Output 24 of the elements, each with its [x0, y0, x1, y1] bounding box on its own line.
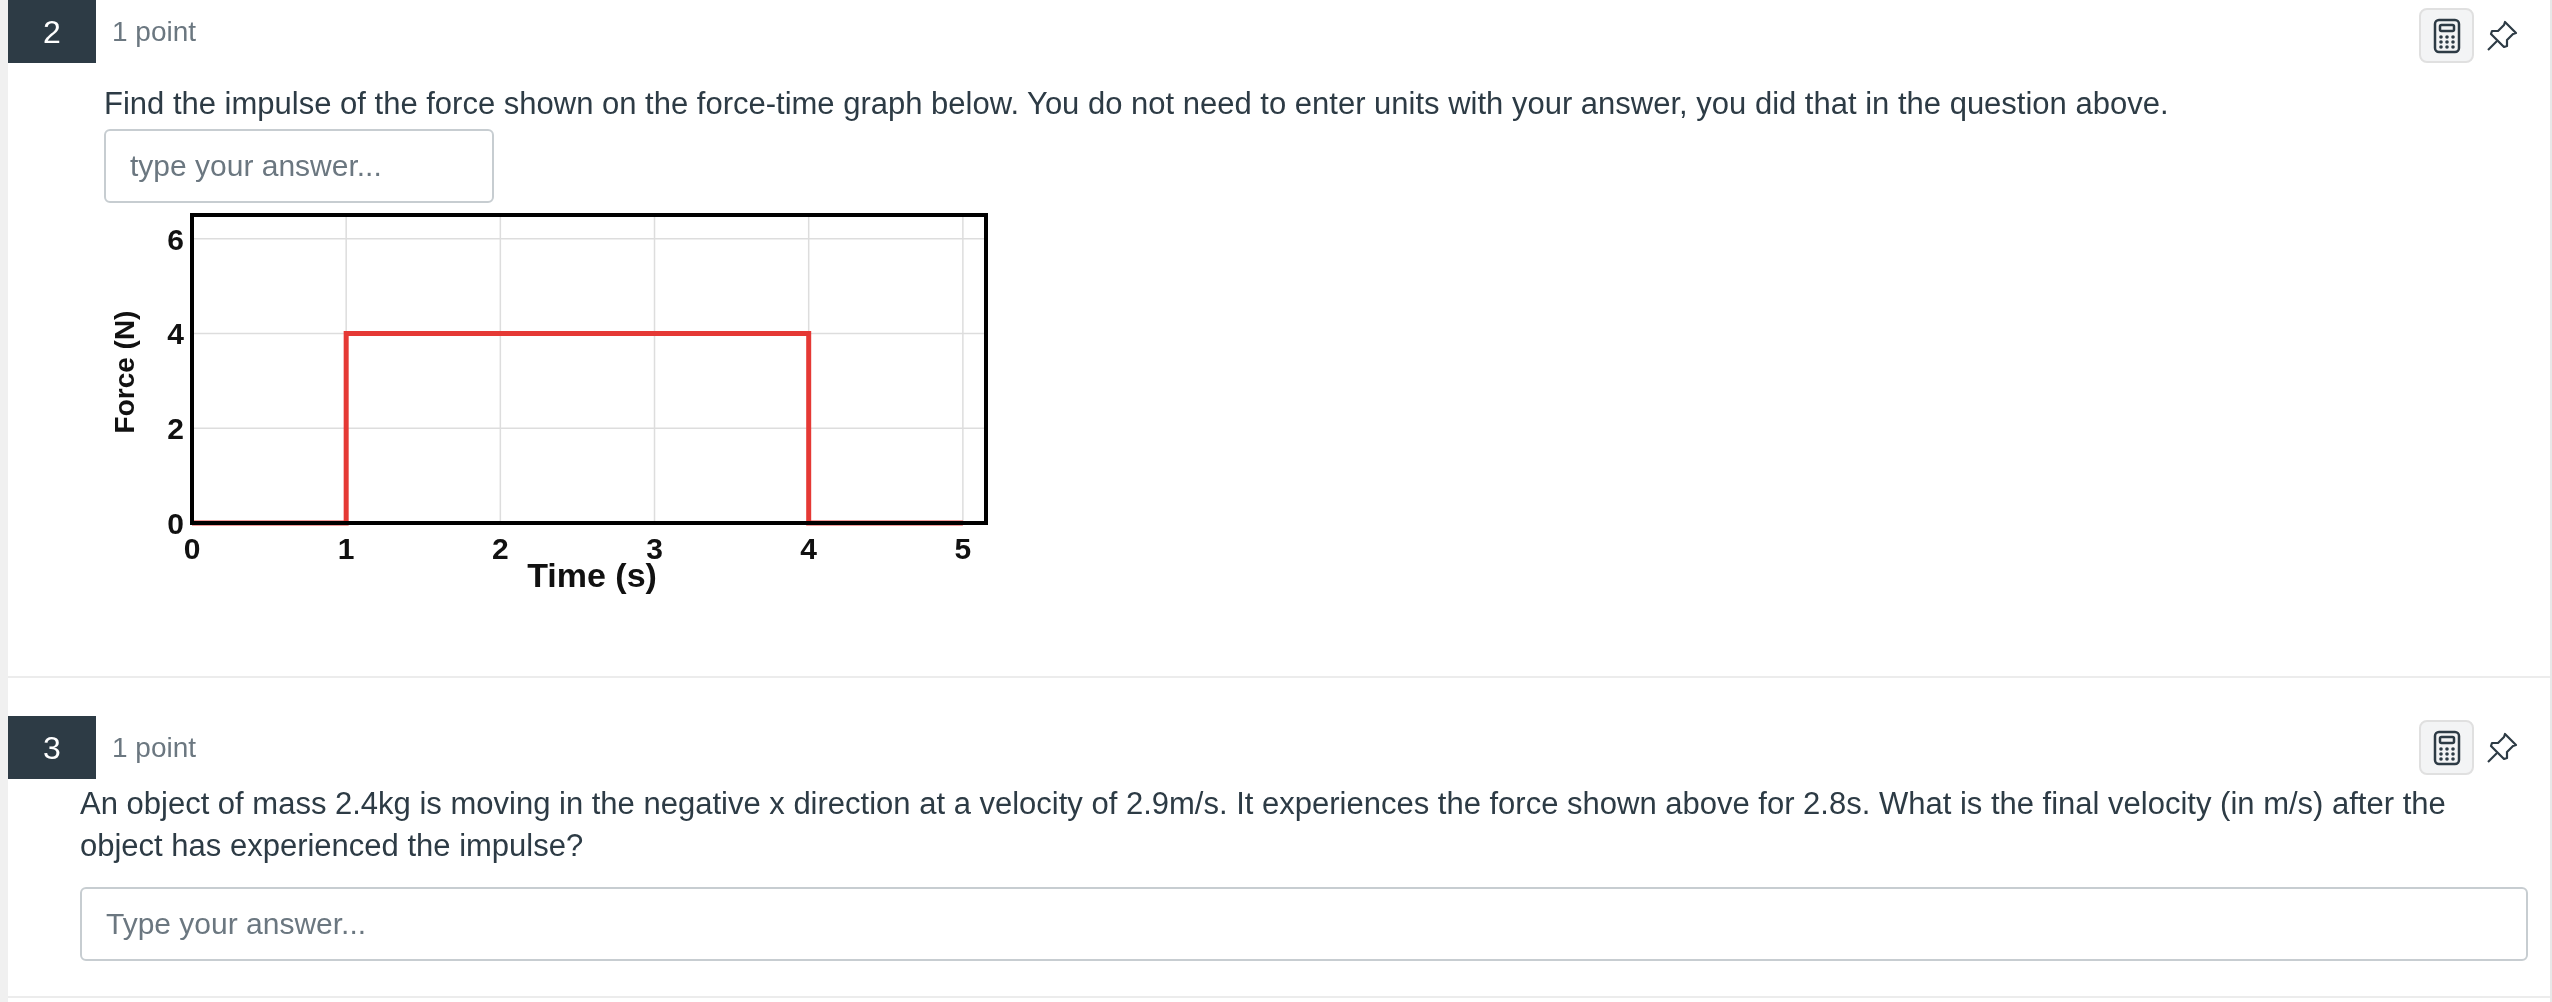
points-label: 1 point	[112, 14, 197, 49]
calculator-button[interactable]	[2419, 720, 2474, 775]
question-text: An object of mass 2.4kg is moving in the negative x direction at a velocity of 2.9m/s. It experiences the force shown above for 2.8s. What is the final velocity (in m/s) after the object has experienced the impulse?	[80, 785, 2447, 865]
x-tick-label: 2	[492, 532, 509, 565]
y-axis-title: Force (N)	[109, 310, 140, 434]
y-tick-label: 4	[167, 317, 184, 351]
y-tick-label: 6	[167, 222, 184, 256]
calculator-icon	[2432, 17, 2461, 54]
y-tick-label: 0	[167, 507, 184, 540]
calculator-icon	[2432, 729, 2461, 766]
x-tick-label: 4	[800, 532, 818, 565]
x-tick-label: 1	[337, 532, 355, 565]
x-tick-label: 5	[954, 532, 972, 565]
points-label: 1 point	[112, 730, 197, 765]
x-tick-label: 0	[183, 532, 201, 565]
pin-icon	[2485, 18, 2519, 53]
question-number: 2	[8, 0, 96, 63]
answer-field[interactable]: Type your answer...	[80, 887, 2528, 961]
answer-field[interactable]: type your answer...	[104, 129, 494, 203]
question-text: Find the impulse of the force shown on the force-time graph below. You do not need to enter units with your answer, you did that in the question above.	[104, 85, 2170, 123]
pin-icon	[2485, 730, 2519, 765]
y-tick-label: 2	[167, 412, 184, 446]
question-number: 3	[8, 716, 96, 779]
calculator-button[interactable]	[2419, 8, 2474, 63]
